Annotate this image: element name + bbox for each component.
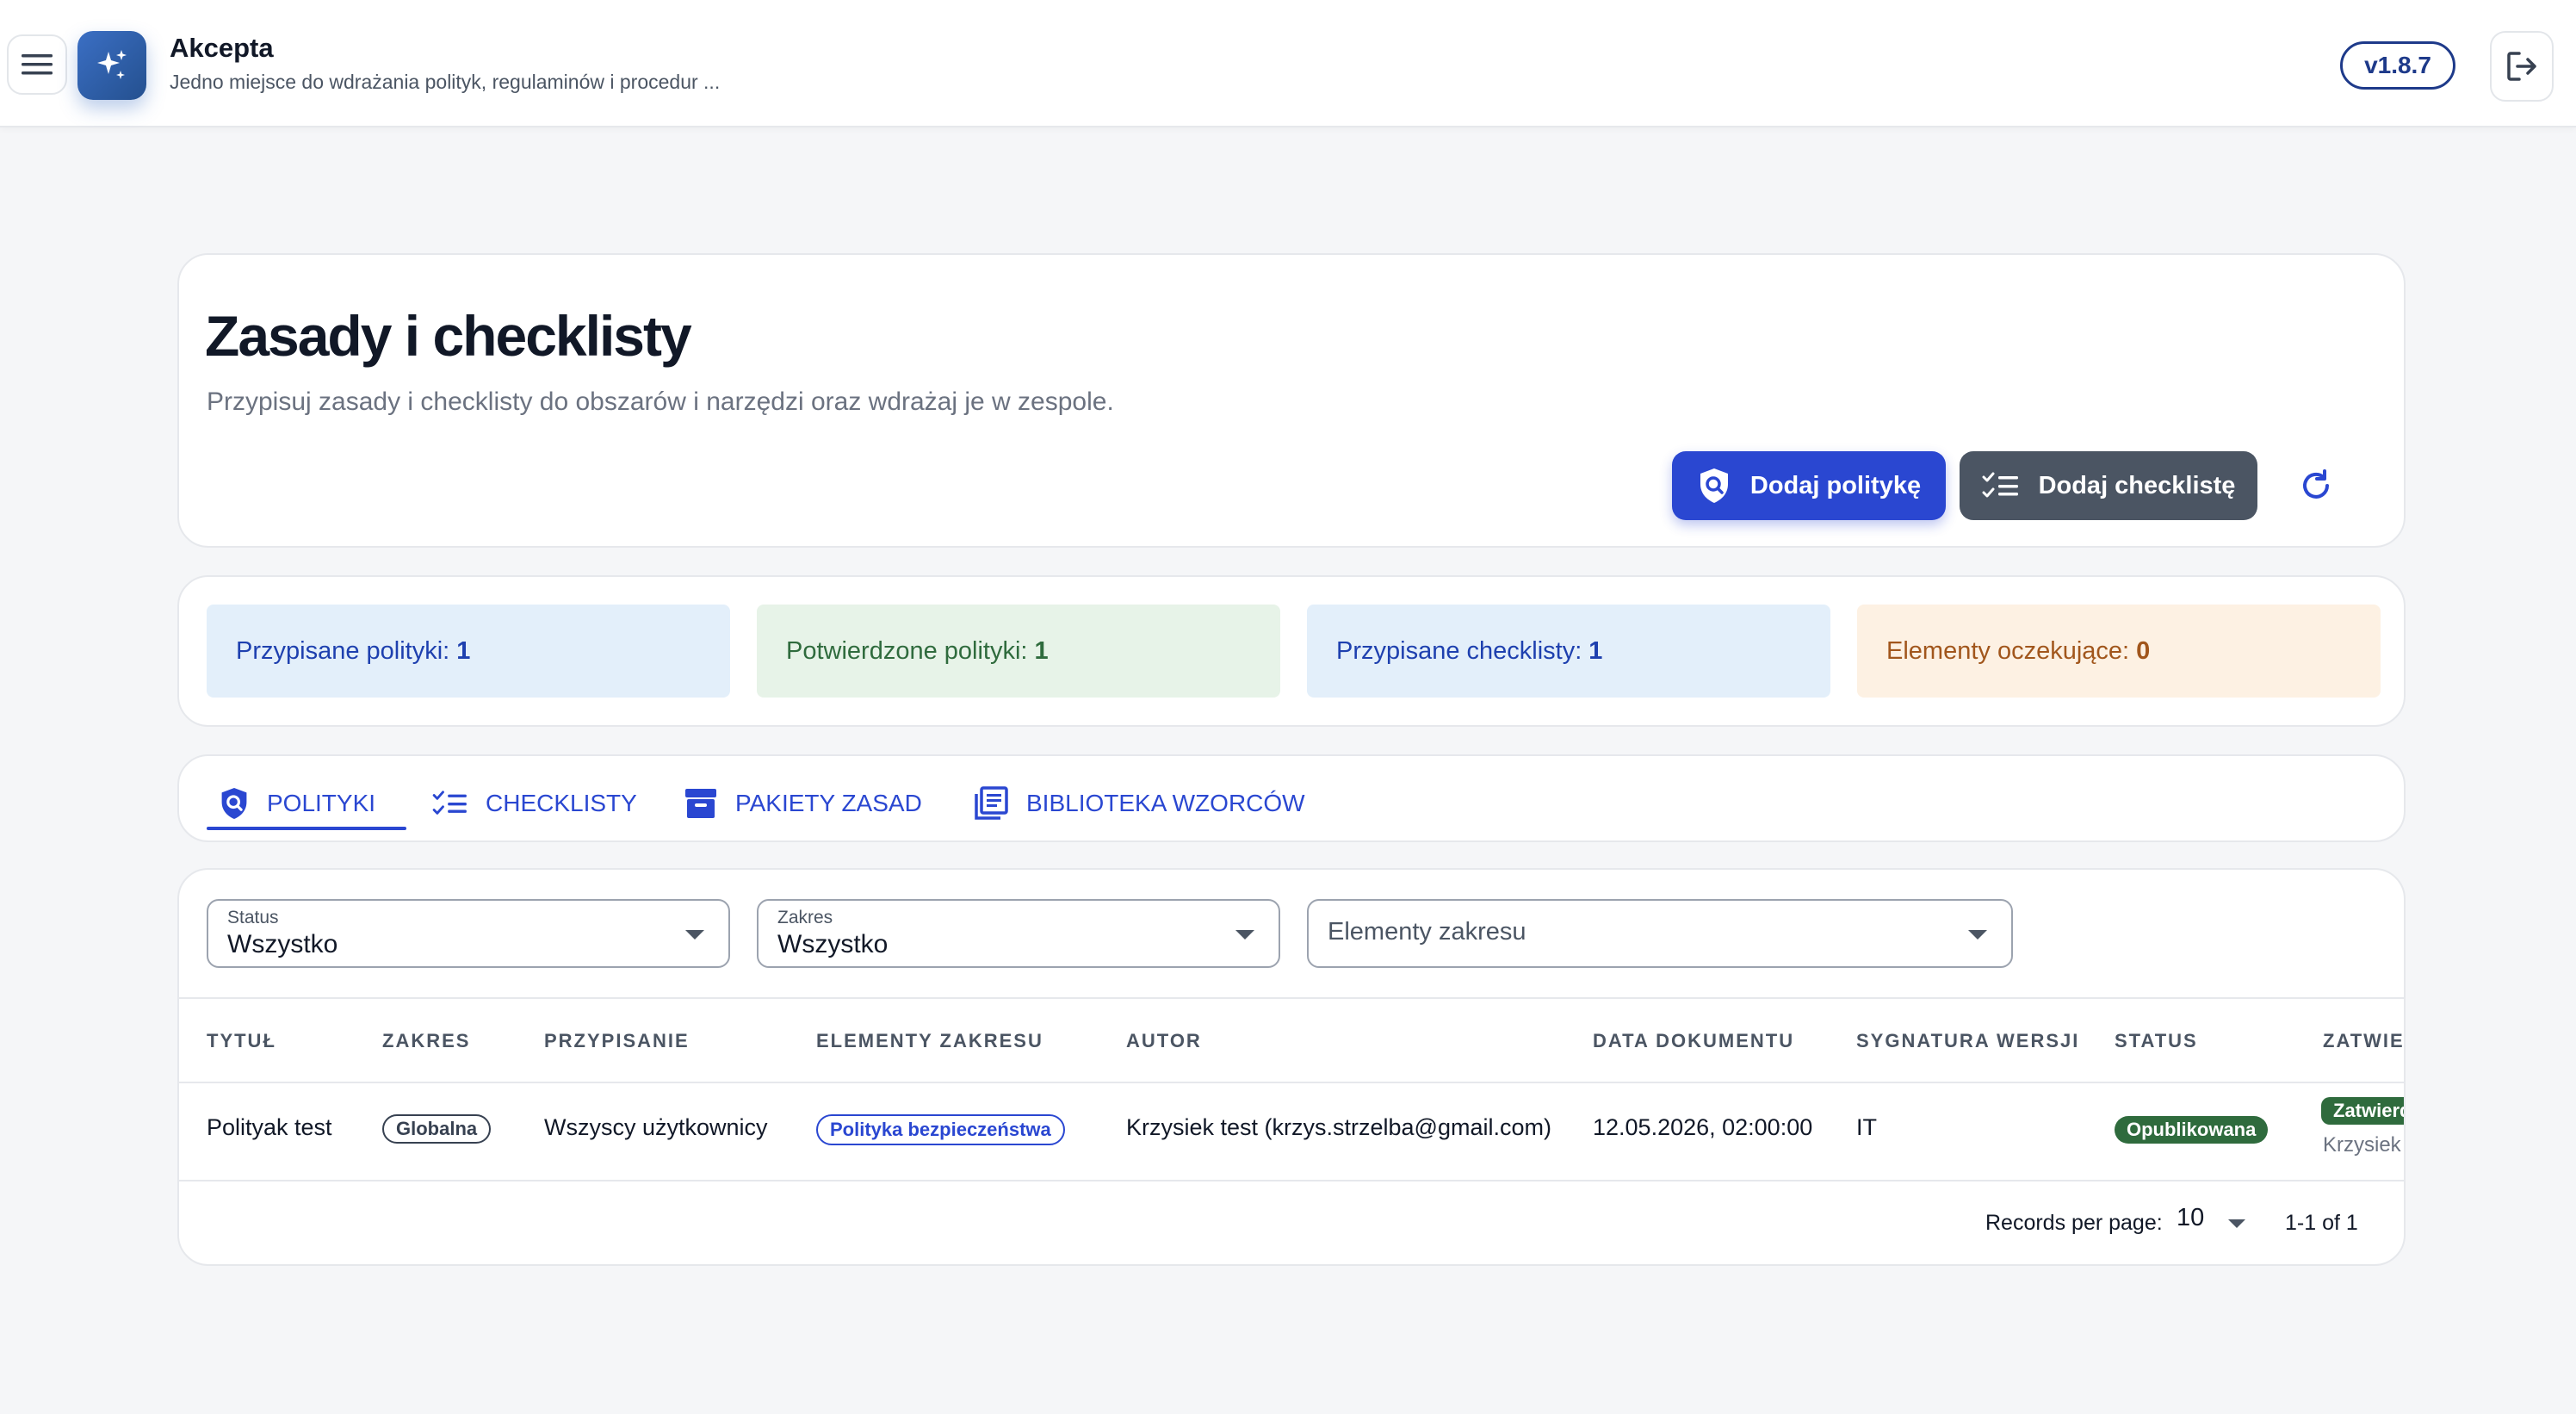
- stat-value: 1: [456, 636, 471, 665]
- logout-button[interactable]: [2490, 31, 2554, 102]
- chevron-down-icon: [1235, 930, 1254, 940]
- cell-author: Krzysiek test (krzys.strzelba@gmail.com): [1126, 1114, 1551, 1140]
- active-tab-indicator: [207, 827, 406, 830]
- stat-value: 1: [1034, 636, 1049, 665]
- page-subtitle: Przypisuj zasady i checklisty do obszaró…: [207, 388, 1114, 416]
- status-filter-select[interactable]: Status Wszystko: [207, 899, 730, 968]
- approved-badge: Zatwierd: [2321, 1097, 2404, 1125]
- app-logo: [77, 31, 146, 100]
- shield-search-icon: [221, 788, 247, 819]
- stat-assigned-checklists: Przypisane checklisty: 1: [1307, 605, 1830, 698]
- stat-label: Przypisane checklisty:: [1336, 636, 1582, 665]
- select-value: Wszystko: [777, 930, 889, 958]
- checklist-icon: [432, 791, 467, 815]
- page-header-card: Zasady i checklisty Przypisuj zasady i c…: [177, 253, 2406, 548]
- add-checklist-button[interactable]: Dodaj checklistę: [1960, 451, 2257, 520]
- column-header-author[interactable]: AUTOR: [1126, 1030, 1202, 1052]
- status-badge: Opublikowana: [2115, 1116, 2269, 1144]
- cell-doc-date: 12.05.2026, 02:00:00: [1593, 1114, 1813, 1140]
- logout-icon: [2507, 52, 2536, 81]
- tab-label: BIBLIOTEKA WZORCÓW: [1026, 790, 1305, 816]
- tab-label: CHECKLISTY: [486, 790, 637, 816]
- tab-label: PAKIETY ZASAD: [735, 790, 922, 816]
- scope-elements-filter-select[interactable]: Elementy zakresu: [1307, 899, 2013, 968]
- hamburger-menu-icon: [22, 54, 53, 75]
- select-label: Zakres: [777, 908, 833, 927]
- stat-assigned-policies: Przypisane polityki: 1: [207, 605, 730, 698]
- version-badge[interactable]: v1.8.7: [2340, 41, 2455, 90]
- column-header-status[interactable]: STATUS: [2115, 1030, 2198, 1052]
- top-app-bar: Akcepta Jedno miejsce do wdrażania polit…: [0, 0, 2576, 127]
- column-header-scope[interactable]: ZAKRES: [382, 1030, 470, 1052]
- chevron-down-icon: [685, 930, 704, 940]
- add-policy-button[interactable]: Dodaj politykę: [1672, 451, 1946, 520]
- tab-policy-packages[interactable]: PAKIETY ZASAD: [684, 782, 922, 825]
- approved-by-text: Krzysiek: [2323, 1133, 2401, 1157]
- cell-version-signature: IT: [1856, 1114, 1877, 1140]
- add-checklist-label: Dodaj checklistę: [2038, 471, 2236, 499]
- select-placeholder: Elementy zakresu: [1328, 918, 1526, 946]
- page-title: Zasady i checklisty: [205, 304, 692, 368]
- records-per-page-label: Records per page:: [1985, 1211, 2163, 1235]
- stat-label: Elementy oczekujące:: [1886, 636, 2130, 665]
- select-label: Status: [227, 908, 279, 927]
- stat-label: Potwierdzone polityki:: [786, 636, 1028, 665]
- table-row[interactable]: Polityak test Globalna Wszyscy użytkowni…: [179, 1080, 2404, 1181]
- app-title: Akcepta: [170, 33, 274, 63]
- cell-title: Polityak test: [207, 1114, 332, 1140]
- tab-template-library[interactable]: BIBLIOTEKA WZORCÓW: [973, 782, 1305, 825]
- checklist-icon: [1982, 472, 2018, 498]
- stat-pending-items: Elementy oczekujące: 0: [1857, 605, 2381, 698]
- column-header-scope-elements[interactable]: ELEMENTY ZAKRESU: [816, 1030, 1043, 1052]
- select-value: Wszystko: [227, 930, 338, 958]
- scope-chip: Globalna: [382, 1114, 492, 1144]
- stats-card: Przypisane polityki: 1 Potwierdzone poli…: [177, 575, 2406, 727]
- column-header-version-signature[interactable]: SYGNATURA WERSJI: [1856, 1030, 2079, 1052]
- library-icon: [975, 786, 1008, 820]
- tab-label: POLITYKI: [267, 790, 376, 816]
- policies-table-card: Status Wszystko Zakres Wszystko Elementy…: [177, 868, 2406, 1266]
- stat-value: 0: [2136, 636, 2151, 665]
- tab-policies[interactable]: POLITYKI: [219, 782, 375, 825]
- refresh-button[interactable]: [2290, 460, 2342, 512]
- cell-assignment: Wszyscy użytkownicy: [544, 1114, 768, 1140]
- scope-filter-select[interactable]: Zakres Wszystko: [757, 899, 1280, 968]
- pagination-range: 1-1 of 1: [2285, 1211, 2358, 1235]
- scope-element-chip[interactable]: Polityka bezpieczeństwa: [816, 1114, 1065, 1145]
- tabs-card: POLITYKI CHECKLISTY PAKIETY ZASAD BIBLIO…: [177, 754, 2406, 842]
- shield-search-icon: [1700, 468, 1728, 503]
- records-per-page-select[interactable]: 10: [2177, 1204, 2204, 1232]
- sparkle-icon: [97, 50, 127, 79]
- refresh-icon: [2303, 469, 2329, 499]
- column-header-assignment[interactable]: PRZYPISANIE: [544, 1030, 690, 1052]
- tab-checklists[interactable]: CHECKLISTY: [432, 782, 637, 825]
- stat-confirmed-policies: Potwierdzone polityki: 1: [757, 605, 1280, 698]
- archive-box-icon: [685, 789, 716, 818]
- stat-label: Przypisane polityki:: [236, 636, 450, 665]
- column-header-approved[interactable]: ZATWIER: [2323, 1030, 2404, 1052]
- menu-button[interactable]: [7, 34, 67, 95]
- add-policy-label: Dodaj politykę: [1749, 471, 1922, 499]
- chevron-down-icon: [1968, 930, 1987, 940]
- stat-value: 1: [1588, 636, 1603, 665]
- column-header-doc-date[interactable]: DATA DOKUMENTU: [1593, 1030, 1794, 1052]
- app-subtitle: Jedno miejsce do wdrażania polityk, regu…: [170, 71, 721, 93]
- column-header-title[interactable]: TYTUŁ: [207, 1030, 276, 1052]
- table-header: TYTUŁ ZAKRES PRZYPISANIE ELEMENTY ZAKRES…: [179, 997, 2404, 1083]
- chevron-down-icon[interactable]: [2228, 1219, 2245, 1228]
